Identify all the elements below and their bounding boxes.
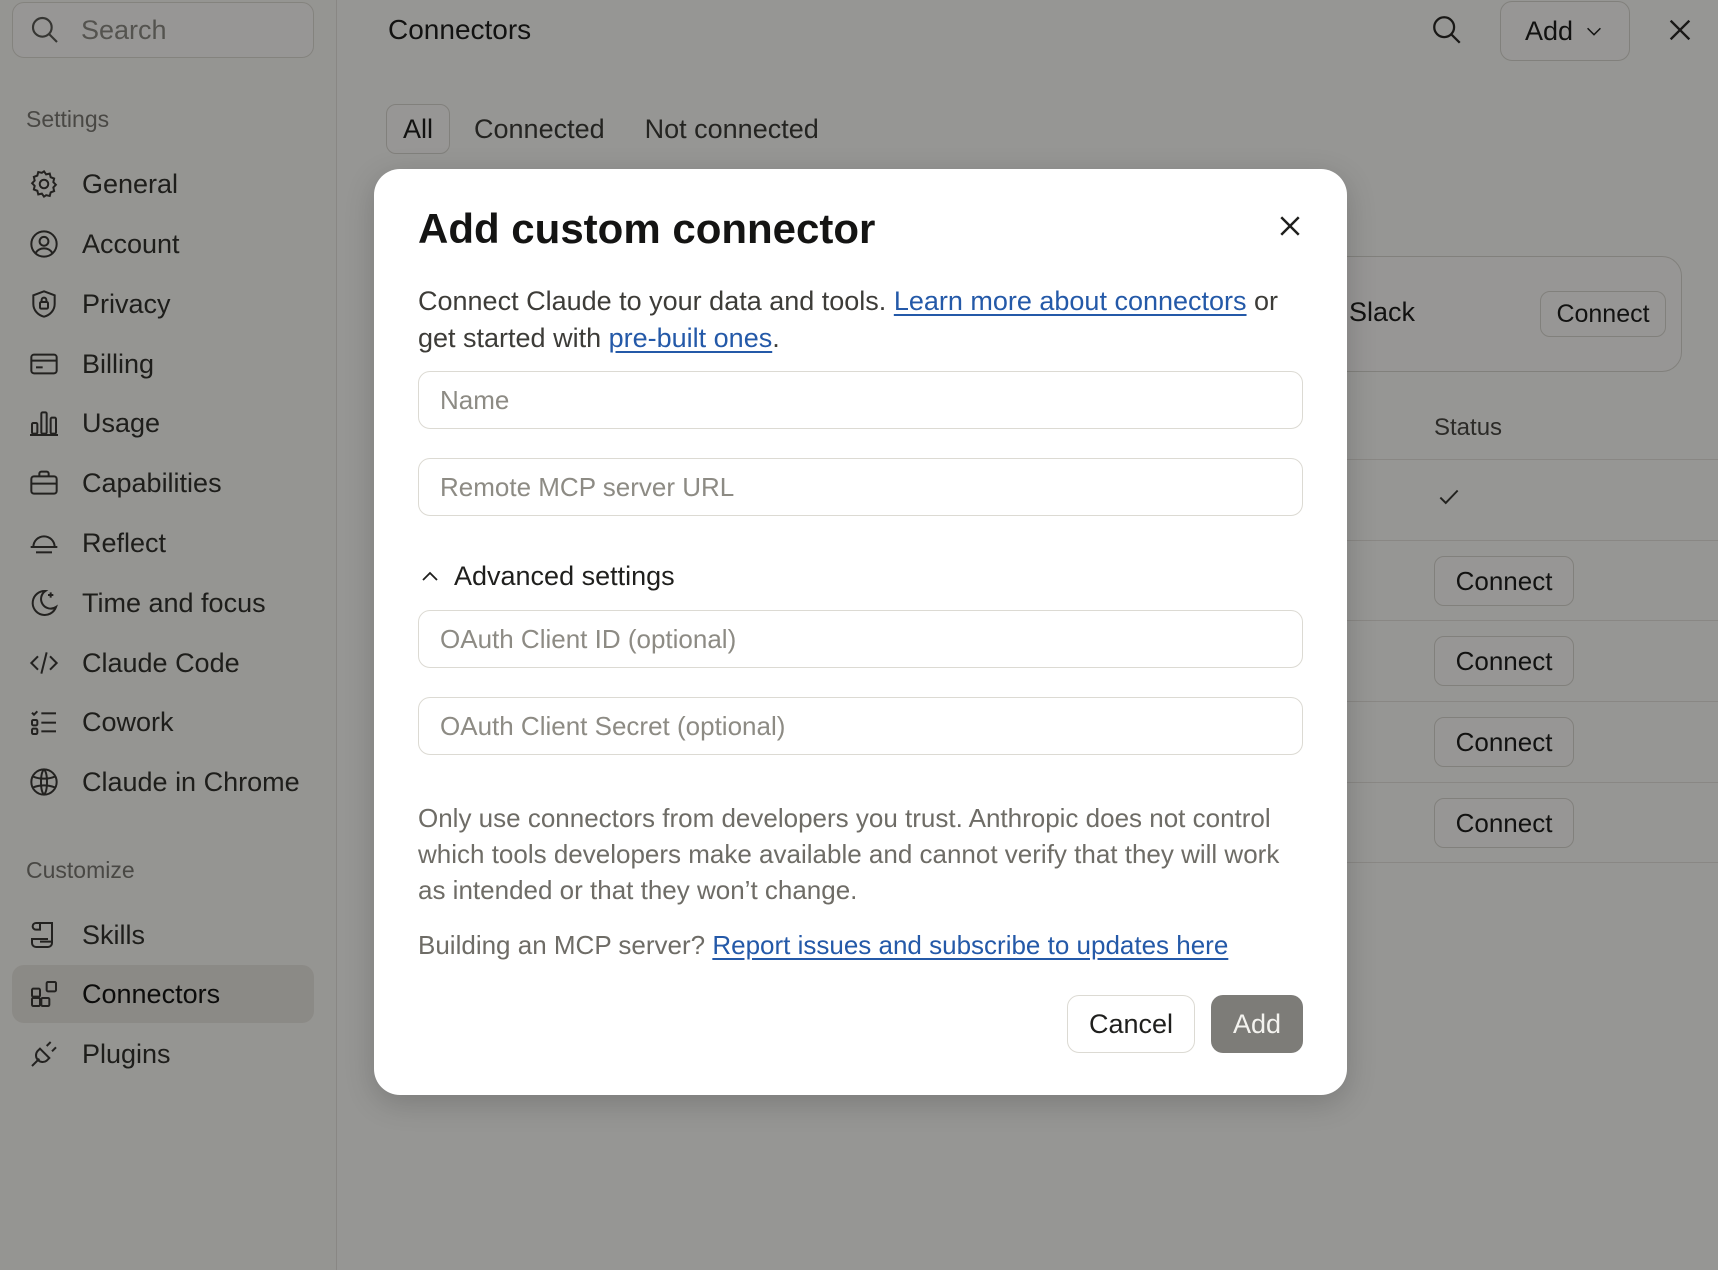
report-issues-link[interactable]: Report issues and subscribe to updates h… <box>712 930 1228 960</box>
cancel-button[interactable]: Cancel <box>1067 995 1195 1053</box>
trust-disclaimer: Only use connectors from developers you … <box>418 803 1280 905</box>
advanced-settings-label: Advanced settings <box>454 561 675 591</box>
server-url-input[interactable] <box>418 458 1303 516</box>
close-icon[interactable] <box>1275 211 1305 241</box>
add-custom-connector-dialog: Add custom connector Connect Claude to y… <box>374 169 1347 1095</box>
name-input[interactable] <box>418 371 1303 429</box>
mcp-prefix: Building an MCP server? <box>418 930 713 960</box>
learn-more-link[interactable]: Learn more about connectors <box>894 286 1247 316</box>
desc-suffix: . <box>772 323 780 353</box>
desc-prefix: Connect Claude to your data and tools. <box>418 286 894 316</box>
mcp-feedback-line: Building an MCP server? Report issues an… <box>418 930 1228 961</box>
advanced-settings-toggle[interactable]: Advanced settings <box>418 561 675 592</box>
dialog-description: Connect Claude to your data and tools. L… <box>418 283 1298 357</box>
oauth-client-secret-input[interactable] <box>418 697 1303 755</box>
chevron-up-icon <box>418 565 442 589</box>
add-button[interactable]: Add <box>1211 995 1303 1053</box>
dialog-title: Add custom connector <box>418 205 876 252</box>
pre-built-link[interactable]: pre-built ones <box>609 323 773 353</box>
oauth-client-id-input[interactable] <box>418 610 1303 668</box>
